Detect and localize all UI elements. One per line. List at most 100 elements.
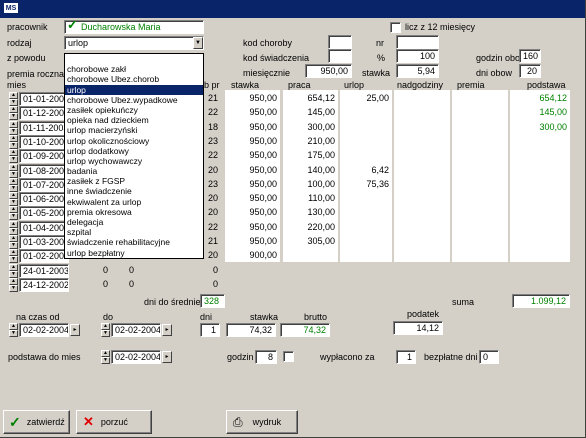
brutto-field[interactable]: 74,32 [280,323,330,337]
row-spinner[interactable]: ▲ ▼ [9,192,18,206]
calc-stawka-field[interactable]: 74,32 [226,323,276,337]
dropdown-arrow-icon[interactable]: ▼ [193,37,203,49]
dropdown-item[interactable]: urlop wychowawczy [65,156,203,166]
app-icon[interactable]: MS [3,2,19,14]
premia-roczna-label: premia roczna [7,69,65,79]
dropdown-item[interactable]: badania [65,166,203,176]
dni-field[interactable]: 1 [200,323,220,337]
row-spinner[interactable]: ▲ ▼ [9,121,18,135]
dni-label: dni [200,312,213,322]
godzin-obow-field[interactable]: 160 [519,49,541,63]
row-mies-field[interactable]: 24-12-2002 [19,278,69,292]
row-stawka: 950,00 [249,193,277,203]
row-premia [452,164,505,177]
row-spinner[interactable]: ▲ ▼ [9,235,18,249]
wyplacono-field[interactable]: 1 [396,350,416,364]
row-spinner[interactable]: ▲ ▼ [9,206,18,220]
row-premia [452,121,505,134]
porzuc-button[interactable]: ✕ porzuć [76,410,152,434]
suma-field[interactable]: 1.099,12 [512,294,570,308]
na-czas-od-label: na czas od [16,312,60,322]
row-spinner[interactable]: ▲ ▼ [9,164,18,178]
wydruk-button[interactable]: ⎙ wydruk [226,410,298,434]
row-mies-field[interactable]: 01-08-2003 [19,164,69,178]
row-urlop [340,235,389,248]
dropdown-item[interactable]: urlop bezpłatny [65,248,203,258]
pracownik-field[interactable]: ✓ Ducharowska Maria [64,20,204,34]
row-mies-field[interactable]: 01-10-2003 [19,135,69,149]
dropdown-item[interactable]: inne świadczenie [65,186,203,196]
rodzaj-dropdown-list[interactable]: chorobowe zakł chorobowe Ubez.chorob urlop… [64,53,204,259]
na-czas-od-spinner[interactable]: ▲ ▼ [9,323,18,337]
row-mies-field[interactable]: 01-01-2004 [19,92,69,106]
zatwierdz-button[interactable]: ✓ zatwierdź [3,410,70,434]
row-mies-field[interactable]: 01-07-2003 [19,178,69,192]
dropdown-item[interactable]: delegacja [65,217,203,227]
row-mies-field[interactable]: 01-11-2003 [19,121,69,135]
row-spinner[interactable]: ▲ ▼ [9,135,18,149]
podstawa-dropdown-icon[interactable]: ▸ [162,351,172,363]
na-czas-od-dropdown-icon[interactable]: ▸ [70,324,80,336]
dropdown-item[interactable]: ekwiwalent za urlop [65,197,203,207]
row-nadgodziny [394,149,447,162]
dropdown-item[interactable]: opieka nad dzieckiem [65,115,203,125]
row-spinner[interactable]: ▲ ▼ [9,278,18,292]
podatek-field[interactable]: 14,12 [393,321,443,335]
dni-do-sredniej-field[interactable]: 328 [200,294,225,308]
dropdown-item[interactable]: chorobowe Ubez.wypadkowe [65,95,203,105]
row-mies-field[interactable]: 01-12-2003 [19,106,69,120]
row-mies-field[interactable]: 01-04-2003 [19,221,69,235]
do-spinner[interactable]: ▲ ▼ [101,323,110,337]
do-dropdown-icon[interactable]: ▸ [162,324,172,336]
dropdown-item[interactable]: urlop macierzyński [65,125,203,135]
nr-field[interactable] [396,35,439,49]
row-stawka: 950,00 [249,179,277,189]
row-podstawa [510,149,567,162]
na-czas-od-field[interactable]: 02-02-2004 [19,323,69,337]
row-stawka: 950,00 [249,207,277,217]
row-stawka: 950,00 [249,222,277,232]
dropdown-item[interactable]: zasiłek z FGSP [65,176,203,186]
godzin-field[interactable]: 8 [255,350,277,364]
row-stawka: 950,00 [249,165,277,175]
godzin-checkbox[interactable] [283,351,294,362]
dropdown-item[interactable]: szpital [65,227,203,237]
row-mies-field[interactable]: 01-03-2003 [19,235,69,249]
dropdown-item[interactable]: zasiłek opiekuńczy [65,105,203,115]
row-mies-field[interactable]: 24-01-2003 [19,264,69,278]
miesiecznie-field[interactable]: 950,00 [305,64,352,78]
row-spinner[interactable]: ▲ ▼ [9,106,18,120]
dropdown-item[interactable]: premia okresowa [65,207,203,217]
row-mies-field[interactable]: 01-09-2003 [19,149,69,163]
stawka-field[interactable]: 5,94 [396,64,439,78]
podstawa-do-mies-field[interactable]: 02-02-2004 [111,350,161,364]
dni-do-sredniej-label: dni do średniej [144,297,203,307]
row-spinner[interactable]: ▲ ▼ [9,149,18,163]
row-mies-field[interactable]: 01-05-2003 [19,206,69,220]
dni-obow-field[interactable]: 20 [519,64,541,78]
row-stawka: 950,00 [249,236,277,246]
dropdown-item[interactable]: chorobowe Ubez.chorob [65,74,203,84]
kod-choroby-field[interactable] [328,35,352,49]
dropdown-item[interactable]: urlop dodatkowy [65,146,203,156]
bezplatne-field[interactable]: 0 [479,350,499,364]
dropdown-item[interactable]: świadczenie rehabilitacyjne [65,237,203,247]
row-spinner[interactable]: ▲ ▼ [9,178,18,192]
row-spinner[interactable]: ▲ ▼ [9,249,18,263]
dropdown-item[interactable]: urlop [65,84,203,95]
kod-swiadczenia-field[interactable] [328,49,352,63]
licz-12-checkbox[interactable] [390,22,401,33]
do-label: do [103,312,114,322]
do-field[interactable]: 02-02-2004 [111,323,161,337]
dropdown-item[interactable] [65,54,203,64]
row-spinner[interactable]: ▲ ▼ [9,264,18,278]
row-mies-field[interactable]: 01-02-2003 [19,249,69,263]
rodzaj-select[interactable]: urlop ▼ [64,36,204,50]
row-spinner[interactable]: ▲ ▼ [9,221,18,235]
podstawa-spinner[interactable]: ▲ ▼ [101,350,110,364]
row-mies-field[interactable]: 01-06-2003 [19,192,69,206]
dropdown-item[interactable]: chorobowe zakł [65,64,203,74]
dropdown-item[interactable]: urlop okolicznościowy [65,136,203,146]
procent-field[interactable]: 100 [396,49,439,63]
row-spinner[interactable]: ▲ ▼ [9,92,18,106]
